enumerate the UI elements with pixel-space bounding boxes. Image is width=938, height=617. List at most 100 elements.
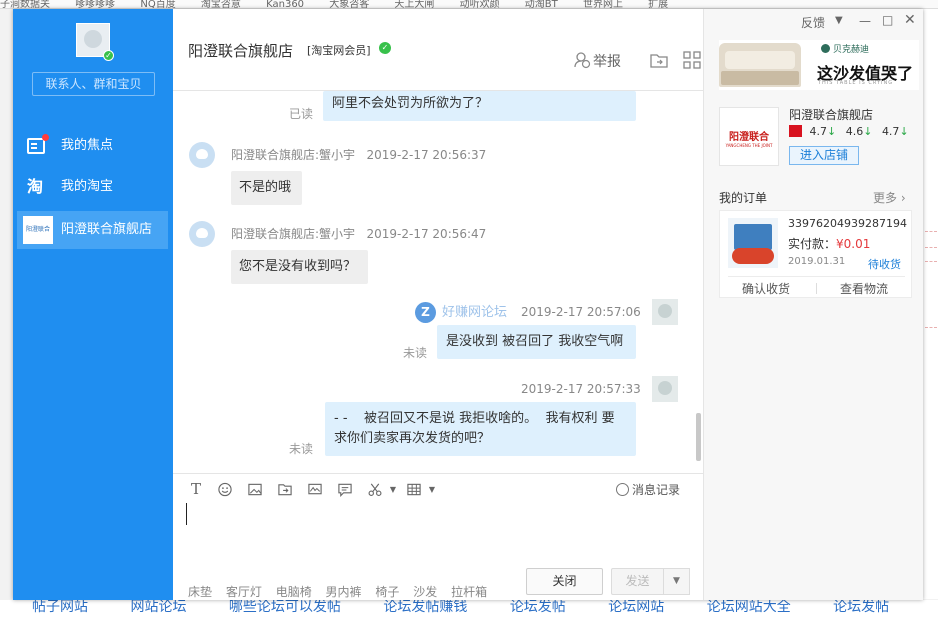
send-button[interactable]: 发送 [611, 568, 663, 595]
message-bubble-outgoing: 阿里不会处罚为所欲为了？ [323, 91, 636, 121]
chevron-right-icon: › [900, 191, 906, 205]
divider [728, 276, 905, 277]
contact-search-input[interactable]: 联系人、群和宝贝 [32, 72, 155, 96]
emoji-icon[interactable] [217, 482, 233, 497]
right-panel: 反馈 ▼ — □ ✕ 贝克赫迪 这沙发值哭了 THIS TABLE IS CRY… [703, 9, 923, 600]
message-history-button[interactable]: 消息记录 [616, 481, 680, 498]
quick-keyword[interactable]: 拉杆箱 [451, 585, 487, 599]
close-button[interactable]: 关闭 [526, 568, 603, 595]
chevron-down-icon[interactable]: ▼ [385, 482, 401, 497]
clock-icon [616, 483, 629, 496]
apps-grid-icon[interactable] [683, 51, 701, 69]
message-list[interactable]: 已读 阿里不会处罚为所欲为了？ 阳澄联合旗舰店:蟹小宇 2019-2-17 20… [173, 91, 703, 473]
sidebar-item-label: 我的淘宝 [61, 179, 114, 194]
quick-phrase-icon[interactable] [337, 482, 353, 497]
background-link[interactable]: 论坛发帖赚钱 [383, 600, 467, 615]
message-bubble-outgoing: 是没收到 被召回了 我收空气啊 [437, 325, 636, 359]
shop-name[interactable]: 阳澄联合旗舰店 [789, 106, 873, 123]
bookmark[interactable]: 世界网上 [583, 0, 623, 8]
close-icon[interactable]: ✕ [904, 12, 916, 28]
order-payment: 实付款：¥0.01 [788, 235, 870, 252]
folder-icon[interactable] [650, 51, 668, 69]
rating-value: 4.6 [845, 125, 864, 138]
scissors-icon[interactable] [367, 482, 383, 497]
maximize-icon[interactable]: □ [882, 13, 893, 27]
quick-keyword[interactable]: 床垫 [188, 585, 212, 599]
message-sender: 阳澄联合旗舰店:蟹小宇 2019-2-17 20:56:37 [231, 146, 486, 163]
arrow-down-icon: ↓ [863, 125, 873, 138]
avatar[interactable]: ✓ [76, 23, 114, 61]
my-avatar[interactable] [652, 299, 678, 325]
sidebar-item-shop-chat[interactable]: 阳澄联合 阳澄联合旗舰店 [17, 211, 168, 249]
message-sender: 阳澄联合旗舰店:蟹小宇 2019-2-17 20:56:47 [231, 225, 486, 242]
message-input[interactable] [173, 503, 703, 563]
bookmark[interactable]: 扩展 [648, 0, 668, 8]
sidebar-item-my-taobao[interactable]: 淘 我的淘宝 [17, 168, 168, 206]
view-logistics-button[interactable]: 查看物流 [840, 280, 888, 297]
font-icon[interactable]: T [188, 482, 204, 497]
background-link[interactable]: 论坛发帖 [833, 600, 889, 615]
order-card[interactable]: 33976204939287194 实付款：¥0.01 2019.01.31 待… [719, 210, 912, 298]
sidebar-item-focus[interactable]: 我的焦点 [17, 127, 168, 165]
more-label: 更多 [873, 191, 898, 205]
quick-keyword[interactable]: 客厅灯 [226, 585, 262, 599]
bookmark[interactable]: 淘宝咨意 [201, 0, 241, 8]
image-icon[interactable] [247, 482, 263, 497]
bookmark[interactable]: 动淘BT [525, 0, 558, 8]
focus-icon [27, 134, 49, 154]
background-link[interactable]: 论坛网站大全 [707, 600, 791, 615]
background-link[interactable]: 网站论坛 [130, 600, 186, 615]
shop-ratings: 4.7↓ 4.6↓ 4.7↓ [789, 125, 915, 138]
rating-value: 4.7 [809, 125, 828, 138]
send-file-icon[interactable] [277, 482, 293, 497]
shop-avatar[interactable] [189, 221, 215, 247]
bookmark[interactable]: 大象咨客 [329, 0, 369, 8]
quick-keyword[interactable]: 电脑椅 [276, 585, 312, 599]
my-avatar[interactable] [652, 376, 678, 402]
background-link[interactable]: 论坛发帖 [510, 600, 566, 615]
quick-keyword[interactable]: 男内裤 [326, 585, 362, 599]
order-status: 待收货 [868, 258, 901, 271]
shop-avatar[interactable] [189, 142, 215, 168]
send-options-chevron-icon[interactable]: ▼ [663, 568, 690, 595]
enter-shop-button[interactable]: 进入店铺 [789, 146, 859, 165]
arrow-down-icon: ↓ [827, 125, 837, 138]
message-time: 2019-2-17 20:56:37 [366, 148, 487, 162]
quick-keyword[interactable]: 沙发 [413, 585, 437, 599]
bookmark[interactable]: 动听欢颜 [460, 0, 500, 8]
chevron-down-icon[interactable]: ▼ [424, 482, 440, 497]
shop-logo[interactable]: 阳澄联合 YANGCHENG THE JOINT [719, 107, 779, 166]
bookmark[interactable]: NQ百度 [140, 0, 175, 8]
screenshot-icon[interactable] [307, 482, 323, 497]
product-image[interactable] [728, 218, 778, 268]
background-link[interactable]: 哪些论坛可以发帖 [229, 600, 341, 615]
avatar-face [84, 30, 102, 48]
orders-more-link[interactable]: 更多 › [873, 189, 906, 206]
minimize-icon[interactable]: — [859, 14, 871, 28]
bookmark[interactable]: 子涧数据关 [0, 0, 50, 8]
feedback-button[interactable]: 反馈 [801, 14, 825, 31]
add-contact-icon[interactable] [573, 51, 591, 69]
confirm-receipt-button[interactable]: 确认收货 [742, 280, 790, 297]
scrollbar-thumb[interactable] [696, 413, 701, 461]
ad-banner[interactable]: 贝克赫迪 这沙发值哭了 THIS TABLE IS CRYING [719, 40, 919, 90]
menu-chevron-icon[interactable]: ▼ [835, 15, 843, 26]
taobao-icon: 淘 [27, 177, 44, 196]
shop-logo-text: 阳澄联合 [729, 132, 769, 143]
background-link[interactable]: 帖子网站 [32, 600, 88, 615]
bookmark[interactable]: 嗲嗲嗲嗲 [75, 0, 115, 8]
background-link[interactable]: 论坛网站 [608, 600, 664, 615]
message-scrollbar[interactable] [694, 91, 703, 473]
bookmark[interactable]: 天上大闸 [394, 0, 434, 8]
banner-subtitle: THIS TABLE IS CRYING [818, 80, 894, 86]
sender-name: 阳澄联合旗舰店:蟹小宇 [231, 148, 356, 162]
bookmark[interactable]: Kan360 [266, 0, 304, 8]
sidebar: ✓ 联系人、群和宝贝 我的焦点 淘 我的淘宝 阳澄联合 阳澄联合旗舰店 [13, 9, 173, 600]
chat-title[interactable]: 阳澄联合旗舰店 [188, 40, 293, 61]
more-tools-icon[interactable] [406, 482, 422, 497]
quick-keyword[interactable]: 椅子 [375, 585, 399, 599]
report-button[interactable]: 举报 [593, 51, 621, 71]
read-status: 已读 [289, 107, 314, 121]
text-caret [186, 503, 187, 525]
shop-logo-icon: 阳澄联合 [23, 216, 53, 244]
